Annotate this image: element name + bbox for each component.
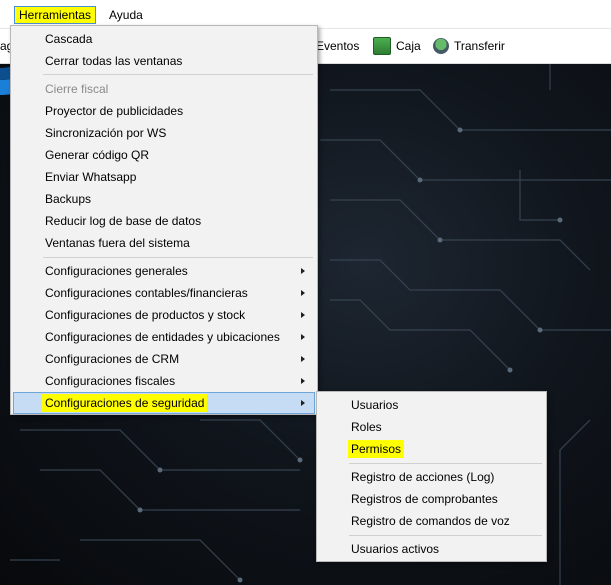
submenu-item-usuarios-activos[interactable]: Usuarios activos bbox=[319, 538, 544, 560]
menu-herramientas[interactable]: Herramientas bbox=[14, 6, 97, 24]
submenu-item-registro-acciones[interactable]: Registro de acciones (Log) bbox=[319, 466, 544, 488]
menu-item-label: Enviar Whatsapp bbox=[45, 170, 137, 184]
menu-item-label: Generar código QR bbox=[45, 148, 150, 162]
submenu-arrow-icon bbox=[301, 290, 305, 296]
submenu-item-registros-comprobantes[interactable]: Registros de comprobantes bbox=[319, 488, 544, 510]
menu-item-label: Configuraciones de seguridad bbox=[42, 394, 208, 412]
menu-item-config-generales[interactable]: Configuraciones generales bbox=[13, 260, 315, 282]
menu-item-proyector[interactable]: Proyector de publicidades bbox=[13, 100, 315, 122]
submenu-arrow-icon bbox=[301, 268, 305, 274]
menu-item-generar-qr[interactable]: Generar código QR bbox=[13, 144, 315, 166]
menu-item-label: Roles bbox=[351, 420, 382, 434]
menu-item-label: Configuraciones de productos y stock bbox=[45, 308, 246, 322]
menu-item-config-crm[interactable]: Configuraciones de CRM bbox=[13, 348, 315, 370]
menu-item-label: Cascada bbox=[45, 32, 93, 46]
menu-item-label: Ventanas fuera del sistema bbox=[45, 236, 190, 250]
seguridad-submenu: Usuarios Roles Permisos Registro de acci… bbox=[316, 391, 547, 562]
menu-item-label: Backups bbox=[45, 192, 92, 206]
menu-item-label: Usuarios bbox=[351, 398, 399, 412]
menu-item-reducir-log[interactable]: Reducir log de base de datos bbox=[13, 210, 315, 232]
submenu-arrow-icon bbox=[301, 334, 305, 340]
menu-separator bbox=[43, 257, 313, 258]
menu-item-cascada[interactable]: Cascada bbox=[13, 28, 315, 50]
transfer-icon bbox=[433, 38, 449, 54]
menu-item-label: Configuraciones de CRM bbox=[45, 352, 180, 366]
menu-item-label: Registro de acciones (Log) bbox=[351, 470, 495, 484]
menu-item-config-fiscales[interactable]: Configuraciones fiscales bbox=[13, 370, 315, 392]
submenu-item-registro-comandos-voz[interactable]: Registro de comandos de voz bbox=[319, 510, 544, 532]
menu-item-cerrar-ventanas[interactable]: Cerrar todas las ventanas bbox=[13, 50, 315, 72]
menu-item-config-contables[interactable]: Configuraciones contables/financieras bbox=[13, 282, 315, 304]
menu-item-config-entidades[interactable]: Configuraciones de entidades y ubicacion… bbox=[13, 326, 315, 348]
menu-item-cierre-fiscal: Cierre fiscal bbox=[13, 78, 315, 100]
menu-item-label: Configuraciones contables/financieras bbox=[45, 286, 248, 300]
menu-item-label: Configuraciones generales bbox=[45, 264, 188, 278]
menu-item-ventanas-fuera[interactable]: Ventanas fuera del sistema bbox=[13, 232, 315, 254]
submenu-arrow-icon bbox=[301, 378, 305, 384]
toolbar-transferir-button[interactable]: Transferir bbox=[433, 37, 505, 55]
toolbar-caja-button[interactable]: Caja bbox=[373, 37, 421, 55]
menu-item-label: Cierre fiscal bbox=[45, 82, 109, 96]
submenu-arrow-icon bbox=[301, 312, 305, 318]
menu-item-backups[interactable]: Backups bbox=[13, 188, 315, 210]
menu-item-sincronizacion[interactable]: Sincronización por WS bbox=[13, 122, 315, 144]
menu-item-config-seguridad[interactable]: Configuraciones de seguridad bbox=[13, 392, 315, 414]
toolbar-item-label: Transferir bbox=[454, 39, 505, 53]
toolbar-item-label: Caja bbox=[396, 39, 421, 53]
menu-item-label: Usuarios activos bbox=[351, 542, 440, 556]
herramientas-menu: Cascada Cerrar todas las ventanas Cierre… bbox=[10, 25, 318, 415]
menu-ayuda[interactable]: Ayuda bbox=[104, 6, 148, 24]
toolbar-item-label: Eventos bbox=[316, 39, 360, 53]
menu-separator bbox=[43, 74, 313, 75]
toolbar-eventos-button[interactable]: Eventos bbox=[316, 37, 359, 55]
menu-item-config-productos[interactable]: Configuraciones de productos y stock bbox=[13, 304, 315, 326]
submenu-item-roles[interactable]: Roles bbox=[319, 416, 544, 438]
menu-item-label: Sincronización por WS bbox=[45, 126, 167, 140]
menu-item-label: Reducir log de base de datos bbox=[45, 214, 202, 228]
menu-item-label: Configuraciones fiscales bbox=[45, 374, 176, 388]
submenu-item-permisos[interactable]: Permisos bbox=[319, 438, 544, 460]
submenu-arrow-icon bbox=[301, 356, 305, 362]
menu-item-enviar-whatsapp[interactable]: Enviar Whatsapp bbox=[13, 166, 315, 188]
menu-item-label: Cerrar todas las ventanas bbox=[45, 54, 183, 68]
submenu-item-usuarios[interactable]: Usuarios bbox=[319, 394, 544, 416]
menu-separator bbox=[349, 535, 542, 536]
menu-item-label: Registros de comprobantes bbox=[351, 492, 498, 506]
menu-separator bbox=[349, 463, 542, 464]
submenu-arrow-icon bbox=[301, 400, 305, 406]
menu-item-label: Configuraciones de entidades y ubicacion… bbox=[45, 330, 280, 344]
menu-item-label: Proyector de publicidades bbox=[45, 104, 184, 118]
menu-item-label: Registro de comandos de voz bbox=[351, 514, 510, 528]
menu-item-label: Permisos bbox=[348, 440, 405, 458]
cash-icon bbox=[373, 37, 391, 55]
